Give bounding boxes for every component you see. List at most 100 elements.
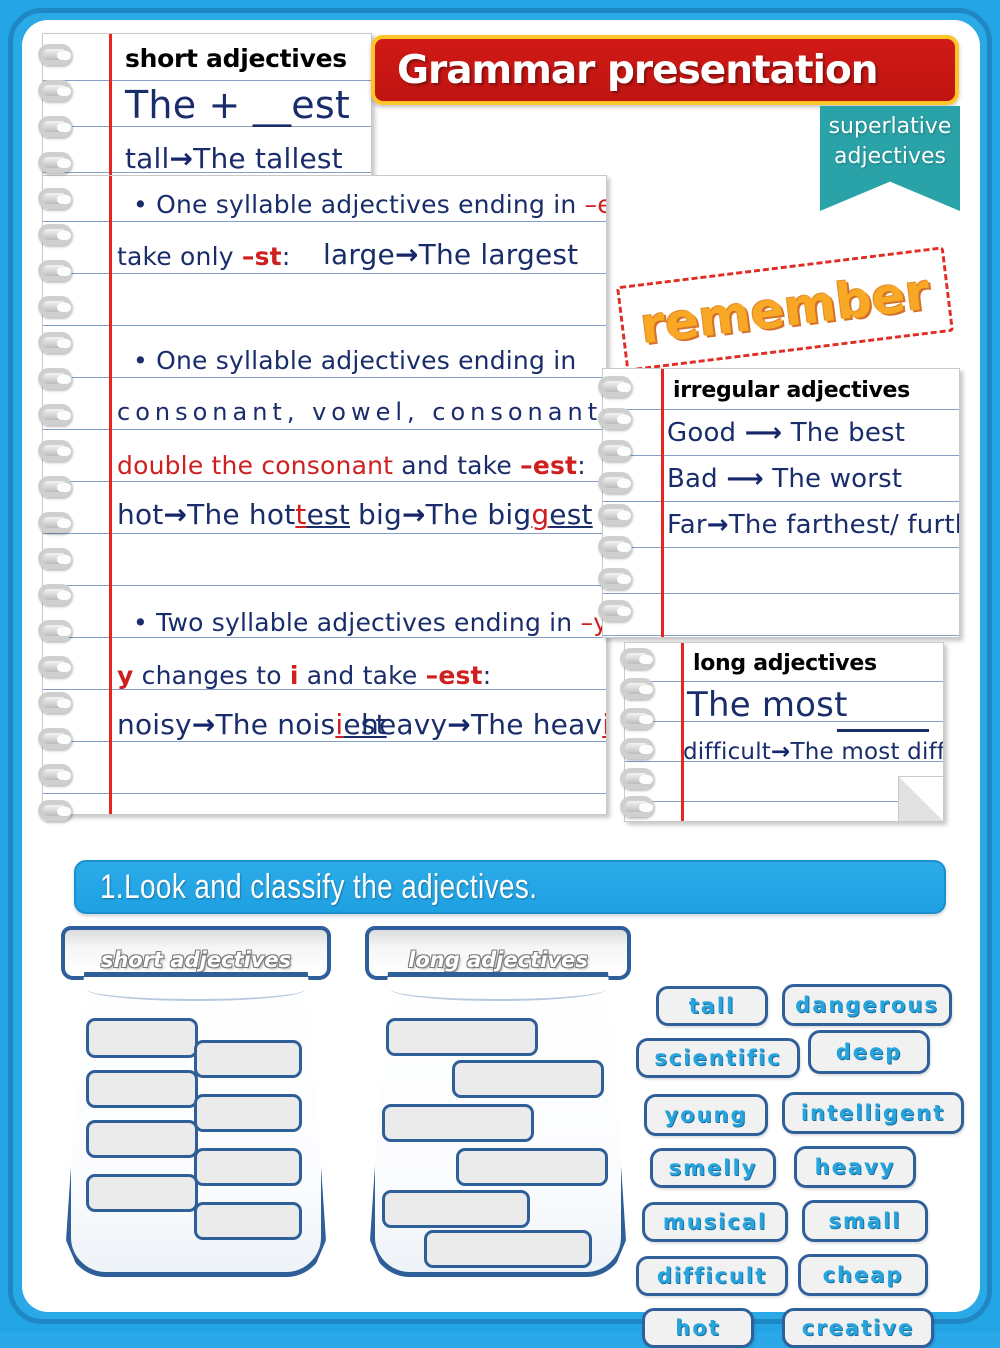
drop-slot[interactable] — [386, 1018, 538, 1056]
word-chip-deep[interactable]: deep — [808, 1030, 930, 1074]
worksheet-page: short adjectives The + __est tall→The ta… — [0, 0, 1000, 1348]
worksheet-sheet: short adjectives The + __est tall→The ta… — [22, 20, 980, 1348]
drop-slot[interactable] — [194, 1040, 302, 1078]
word-chip-scientific[interactable]: scientific — [636, 1038, 800, 1078]
drop-slot[interactable] — [86, 1070, 198, 1108]
rule-2-example-1: hot→The hottest — [117, 498, 350, 531]
word-chip-hot[interactable]: hot — [642, 1308, 754, 1348]
example-suffix: est — [306, 498, 350, 531]
word-chip-cheap[interactable]: cheap — [798, 1254, 928, 1296]
jar-label: short adjectives — [100, 948, 292, 972]
rule-2-line-3: double the consonant and take –est: — [117, 451, 586, 480]
example-result: The largest — [418, 238, 579, 271]
word-chip-dangerous[interactable]: dangerous — [782, 984, 952, 1026]
arrow-icon: → — [706, 510, 729, 540]
drop-slot[interactable] — [86, 1174, 198, 1212]
arrow-icon: → — [394, 238, 419, 271]
drop-slot[interactable] — [452, 1060, 604, 1098]
jar-short-adjectives[interactable]: short adjectives — [60, 926, 332, 1277]
irregular-adjectives-notepad: irregular adjectives Good ⟶ The best Bad… — [602, 368, 960, 638]
arrow-icon: ⟶ — [744, 418, 783, 448]
word-chip-small[interactable]: small — [802, 1200, 928, 1242]
rule-3-and-take: and take — [298, 661, 426, 690]
task-instruction-bar: 1.Look and classify the adjectives. — [74, 860, 946, 914]
example-word: difficult — [683, 739, 772, 765]
rule-1-colon: : — [281, 242, 291, 271]
example-result: The tallest — [193, 142, 343, 175]
bullet-icon: • — [133, 346, 148, 375]
arrow-icon: → — [163, 498, 188, 531]
example-word: noisy — [117, 708, 192, 741]
chip-label: tall — [688, 994, 736, 1018]
formula-text: The most — [687, 685, 848, 725]
drop-slot[interactable] — [424, 1230, 592, 1268]
page-fold-corner — [898, 776, 943, 821]
title-banner: Grammar presentation — [371, 35, 959, 105]
example-word: heavy — [361, 708, 448, 741]
long-adjectives-notepad: long adjectives The most difficult→The m… — [624, 642, 944, 822]
rule-3-y: y — [117, 661, 134, 690]
drop-slot[interactable] — [194, 1094, 302, 1132]
irregular-heading: irregular adjectives — [673, 378, 910, 403]
ribbon-line-2: adjectives — [834, 144, 946, 169]
jar-label: long adjectives — [408, 948, 588, 972]
ribbon-line-1: superlative — [828, 114, 952, 139]
word-chip-musical[interactable]: musical — [642, 1202, 788, 1242]
margin-line — [109, 176, 112, 814]
drop-slot[interactable] — [382, 1190, 530, 1228]
chip-label: intelligent — [800, 1101, 946, 1125]
chip-label: heavy — [814, 1155, 896, 1179]
word-chip-difficult[interactable]: difficult — [636, 1256, 788, 1296]
long-adjectives-formula: The most — [687, 685, 848, 725]
remember-stamp: remember — [615, 246, 955, 372]
jar-lid: long adjectives — [364, 926, 632, 980]
jar-long-adjectives[interactable]: long adjectives — [364, 926, 632, 1277]
rule-1-ending: –st — [241, 242, 282, 271]
drop-slot[interactable] — [456, 1148, 608, 1186]
rule-3-example-2: heavy→The heaviest — [361, 708, 606, 741]
example-result: The heav — [470, 708, 603, 741]
rules-notepad: • One syllable adjectives ending in –e t… — [42, 175, 607, 815]
drop-slot[interactable] — [86, 1018, 198, 1058]
bullet-icon: • — [133, 190, 148, 219]
word-chip-smelly[interactable]: smelly — [650, 1148, 776, 1188]
drop-slot[interactable] — [194, 1148, 302, 1186]
example-result: The nois — [215, 708, 336, 741]
chip-label: dangerous — [795, 993, 939, 1017]
rule-1-suffix: –e — [584, 190, 606, 219]
result: The farthest/ furthest — [728, 510, 959, 540]
result: The worst — [772, 464, 903, 494]
remember-label: remember — [637, 262, 933, 356]
chip-label: scientific — [654, 1046, 782, 1070]
example-result: The hot — [187, 498, 296, 531]
arrow-icon: → — [447, 708, 471, 741]
word: Good — [667, 418, 737, 448]
irregular-row-3: Far→The farthest/ furthest — [667, 510, 959, 540]
rule-lines — [603, 369, 959, 637]
word-chip-young[interactable]: young — [644, 1094, 768, 1136]
word-chip-heavy[interactable]: heavy — [794, 1146, 916, 1188]
example-word: big — [358, 498, 402, 531]
word-chip-tall[interactable]: tall — [656, 986, 768, 1026]
example-doubled: t — [295, 498, 307, 531]
arrow-icon: ⟶ — [726, 464, 764, 494]
chip-label: young — [664, 1103, 748, 1127]
long-adjectives-heading: long adjectives — [693, 651, 877, 676]
drop-slot[interactable] — [194, 1202, 302, 1240]
long-adjectives-example: difficult→The most difficult — [683, 739, 943, 765]
jar-neck — [86, 977, 306, 1001]
word-chip-creative[interactable]: creative — [782, 1308, 934, 1348]
arrow-icon: → — [169, 142, 194, 175]
drop-slot[interactable] — [382, 1104, 534, 1142]
word-chip-intelligent[interactable]: intelligent — [782, 1092, 964, 1134]
short-adjectives-example: tall→The tallest — [125, 142, 343, 175]
arrow-icon: → — [771, 739, 791, 765]
drop-slot[interactable] — [86, 1120, 198, 1158]
rule-2-colon: : — [577, 451, 586, 480]
rule-2-and-take: and take — [393, 451, 521, 480]
rule-1-line-2: take only –st: — [117, 242, 290, 271]
notepad-paper: • One syllable adjectives ending in –e t… — [42, 175, 607, 815]
rule-3-ending: –est — [425, 661, 483, 690]
rule-2-line-1: • One syllable adjectives ending in — [133, 346, 576, 375]
rule-3-line-2: y changes to i and take –est: — [117, 661, 491, 690]
